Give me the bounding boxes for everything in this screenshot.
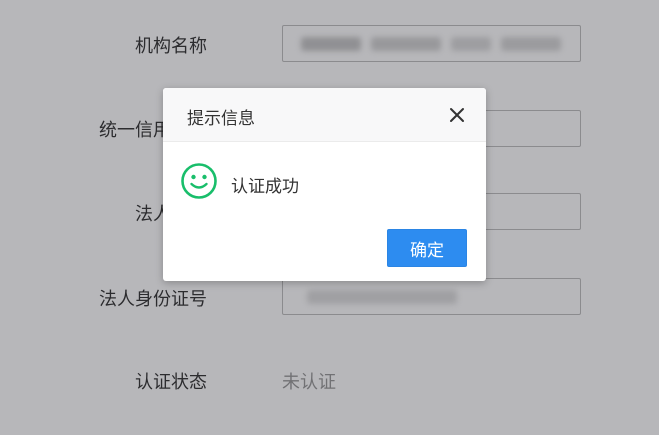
dialog-header: 提示信息 [163,88,486,142]
confirm-button[interactable]: 确定 [387,229,467,267]
alert-dialog: 提示信息 认证成功 确定 [163,88,486,281]
close-icon[interactable] [446,104,468,126]
dialog-message: 认证成功 [231,177,299,197]
smile-icon [180,162,218,200]
dialog-title: 提示信息 [187,109,255,129]
